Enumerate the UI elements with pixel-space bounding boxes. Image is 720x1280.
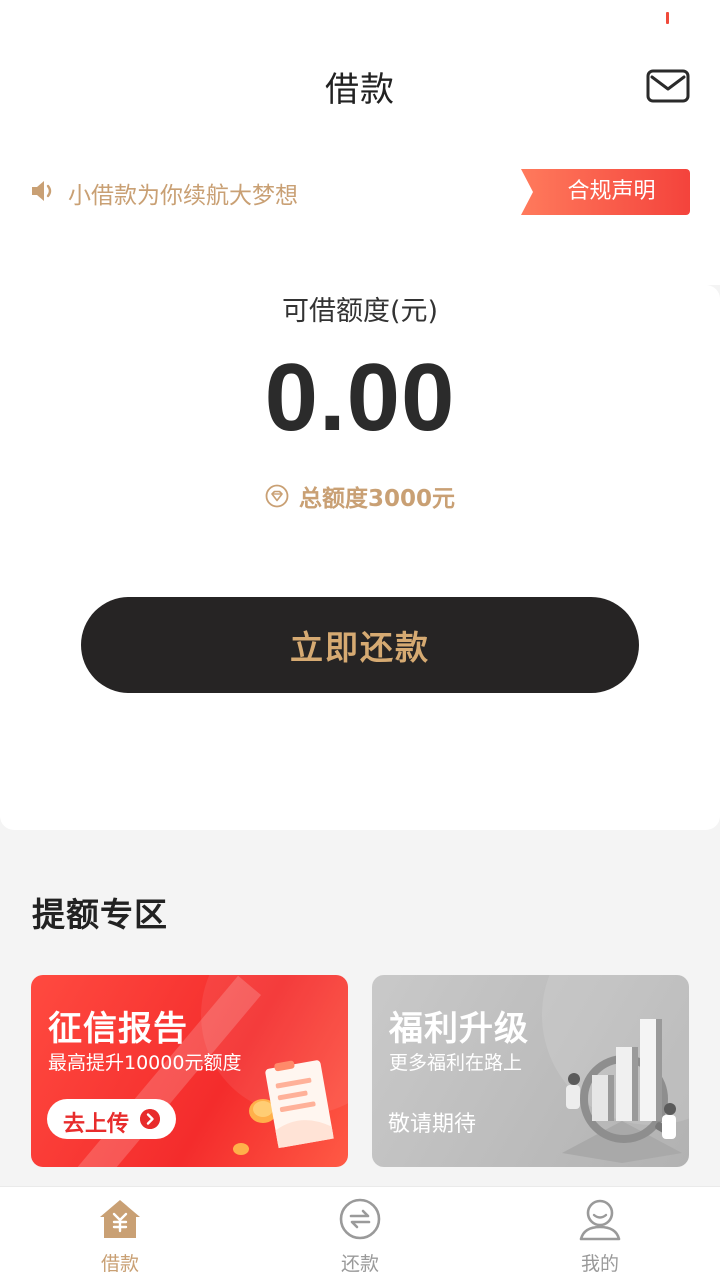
growth-chart-illustration xyxy=(562,1019,682,1163)
credit-report-card[interactable]: 征信报告 最高提升10000元额度 去上传 xyxy=(31,975,348,1167)
credit-amount: 0.00 xyxy=(264,344,456,451)
section-title: 提额专区 xyxy=(32,895,168,934)
welfare-upgrade-card[interactable]: 福利升级 更多福利在路上 敬请期待 xyxy=(372,975,689,1167)
header-area xyxy=(0,0,720,285)
notice-text: 小借款为你续航大梦想 xyxy=(68,183,298,209)
compliance-button[interactable]: 合规声明 xyxy=(521,169,690,215)
tab-label: 我的 xyxy=(580,1253,619,1275)
tab-borrow[interactable]: 借款 xyxy=(0,1187,240,1280)
tab-mine[interactable]: 我的 xyxy=(480,1187,720,1280)
promo-title: 福利升级 xyxy=(389,1009,529,1049)
promo-status: 敬请期待 xyxy=(388,1112,477,1137)
upload-button-label: 去上传 xyxy=(63,1112,130,1137)
tab-label: 还款 xyxy=(340,1253,379,1275)
diamond-badge-icon xyxy=(265,484,289,508)
promo-title: 征信报告 xyxy=(48,1009,188,1049)
mail-icon[interactable] xyxy=(646,68,690,104)
repay-now-button[interactable]: 立即还款 xyxy=(81,597,639,693)
document-coins-illustration xyxy=(233,1060,334,1155)
user-icon xyxy=(579,1199,621,1241)
speaker-icon xyxy=(32,181,52,201)
promo-subtitle: 更多福利在路上 xyxy=(389,1052,523,1074)
tab-label: 借款 xyxy=(100,1253,139,1275)
tab-repay[interactable]: 还款 xyxy=(240,1187,480,1280)
page-title: 借款 xyxy=(325,70,395,110)
promo-subtitle: 最高提升10000元额度 xyxy=(48,1052,242,1074)
total-credit-text: 总额度3000元 xyxy=(298,486,455,512)
upload-button[interactable]: 去上传 xyxy=(47,1099,176,1139)
credit-card: 可借额度(元) 0.00 总额度3000元 立即还款 xyxy=(0,285,720,830)
chevron-right-icon xyxy=(140,1109,160,1129)
bottom-tab-bar: 借款 还款 我的 xyxy=(0,1186,720,1280)
credit-label: 可借额度(元) xyxy=(281,296,439,327)
total-credit-row: 总额度3000元 xyxy=(0,479,720,513)
repay-exchange-icon xyxy=(339,1198,381,1240)
status-indicator xyxy=(666,12,669,24)
home-yuan-icon xyxy=(100,1200,140,1238)
